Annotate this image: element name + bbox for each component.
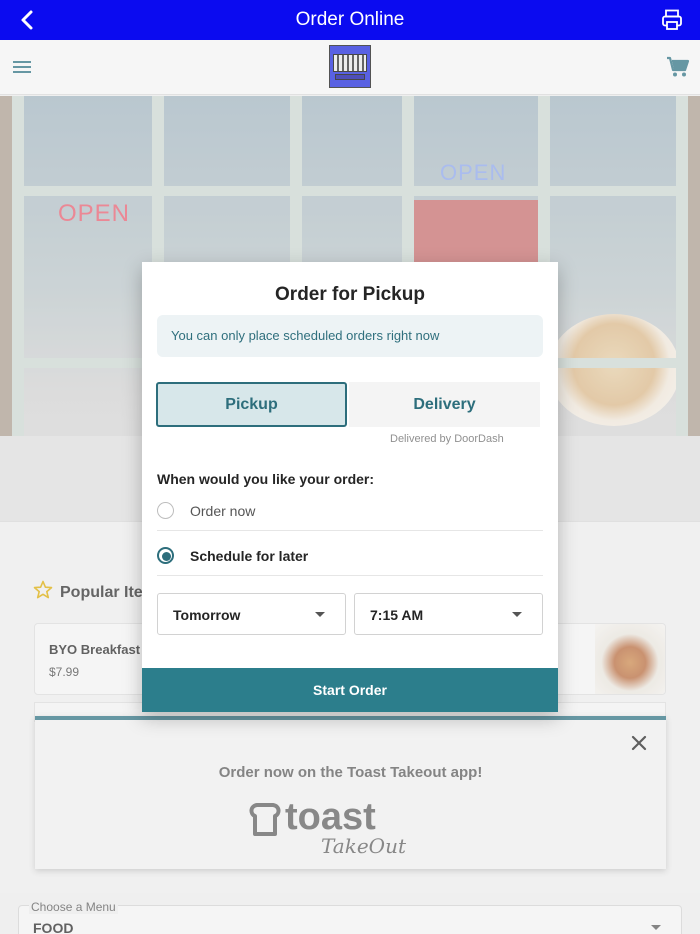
modal-title: Order for Pickup [275,284,425,305]
schedule-later-option[interactable]: Schedule for later [157,536,543,576]
chevron-down-icon [512,612,522,617]
top-bar: Order Online [0,0,700,40]
time-select[interactable]: 7:15 AM [354,593,543,635]
schedule-later-label: Schedule for later [190,547,309,564]
scheduled-orders-notice: You can only place scheduled orders righ… [157,315,543,357]
order-time-question: When would you like your order: [157,471,375,487]
day-select[interactable]: Tomorrow [157,593,346,635]
order-now-option[interactable]: Order now [157,491,543,531]
delivery-provider-note: Delivered by DoorDash [390,433,504,445]
tab-pickup[interactable]: Pickup [156,382,347,427]
start-order-button[interactable]: Start Order [142,668,558,712]
time-select-value: 7:15 AM [370,607,424,623]
day-select-value: Tomorrow [173,607,241,623]
order-now-label: Order now [190,502,256,519]
order-now-radio[interactable] [157,502,174,519]
chevron-left-icon[interactable] [16,8,40,32]
chevron-down-icon [315,612,325,617]
tab-delivery[interactable]: Delivery [349,382,540,427]
printer-icon[interactable] [660,8,684,32]
page-title: Order Online [295,9,405,30]
order-type-modal: Order for Pickup You can only place sche… [142,262,558,712]
schedule-later-radio[interactable] [157,547,174,564]
